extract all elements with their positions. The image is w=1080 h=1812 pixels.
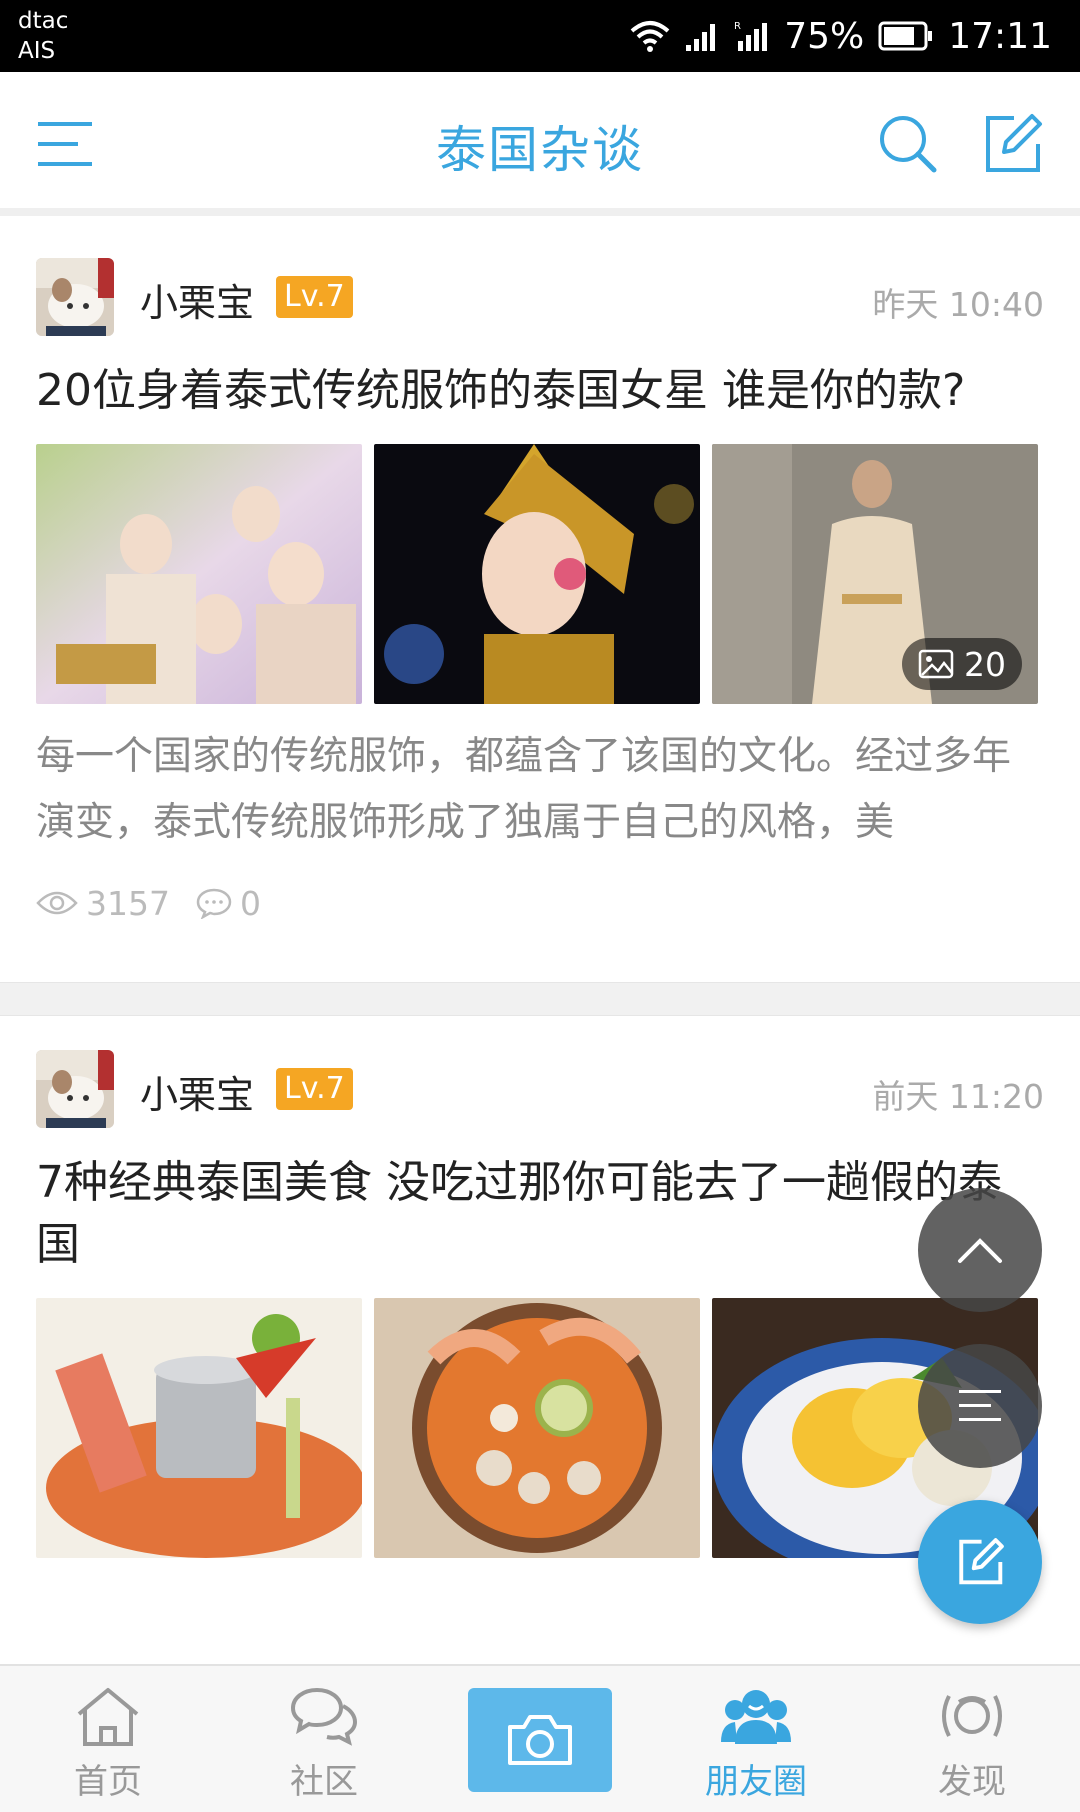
post-time: 昨天 10:40 <box>872 285 1044 324</box>
level-badge: Lv.7 <box>276 1068 353 1110</box>
nav-discover-label: 发现 <box>938 1762 1006 1802</box>
camera-button[interactable] <box>468 1688 612 1792</box>
nav-discover[interactable]: 发现 <box>864 1666 1080 1812</box>
post-feed[interactable]: 小栗宝 Lv.7 昨天 10:40 20位身着泰式传统服饰的泰国女星 谁是你的款… <box>0 224 1080 1664</box>
wifi-icon <box>630 21 670 52</box>
carrier-info: dtac AIS <box>18 6 68 66</box>
battery-percent: 75% <box>784 15 865 57</box>
carrier-2: AIS <box>18 38 56 64</box>
nav-friends[interactable]: 朋友圈 <box>648 1666 864 1812</box>
post-card[interactable]: 小栗宝 Lv.7 前天 11:20 7种经典泰国美食 没吃过那你可能去了一趟假的… <box>0 1016 1080 1558</box>
photo-women-group <box>36 444 362 704</box>
cat-avatar-image <box>36 258 114 336</box>
friends-icon <box>721 1690 791 1744</box>
post-title[interactable]: 7种经典泰国美食 没吃过那你可能去了一趟假的泰国 <box>36 1152 1036 1276</box>
avatar[interactable] <box>36 1050 114 1128</box>
comment-count[interactable]: 0 <box>196 884 261 923</box>
post-time: 前天 11:20 <box>872 1077 1044 1116</box>
post-header: 小栗宝 Lv.7 昨天 10:40 <box>36 258 1044 338</box>
search-button[interactable] <box>876 112 940 176</box>
compose-button[interactable] <box>980 112 1044 176</box>
cat-avatar-image <box>36 1050 114 1128</box>
scroll-top-button[interactable] <box>918 1188 1042 1312</box>
post-image[interactable] <box>36 1298 362 1558</box>
photo-tom-yum-pot <box>36 1298 362 1558</box>
post-image[interactable] <box>36 444 362 704</box>
search-icon <box>880 116 937 173</box>
photo-thai-dancer <box>374 444 700 704</box>
menu-icon <box>959 1390 1001 1421</box>
post-image[interactable] <box>374 1298 700 1558</box>
view-count: 3157 <box>36 884 170 923</box>
chat-icon <box>290 1687 358 1746</box>
roaming-signal-icon: R <box>734 21 768 51</box>
nav-friends-label: 朋友圈 <box>705 1762 807 1802</box>
home-icon <box>77 1688 139 1746</box>
image-count-badge: 20 <box>902 638 1022 690</box>
nav-community-label: 社区 <box>290 1762 358 1802</box>
chevron-up-icon <box>958 1238 1002 1263</box>
post-image[interactable]: 20 <box>712 444 1038 704</box>
status-icons: R 75% 17:11 <box>630 0 1052 72</box>
camera-icon <box>508 1715 572 1765</box>
float-compose-button[interactable] <box>918 1500 1042 1624</box>
view-count-value: 3157 <box>86 883 170 923</box>
comment-icon <box>196 888 232 919</box>
bottom-nav: 首页 社区 朋友圈 发现 <box>0 1664 1080 1812</box>
post-image[interactable] <box>374 444 700 704</box>
author-name[interactable]: 小栗宝 <box>140 1064 254 1119</box>
clock: 17:11 <box>948 15 1052 57</box>
post-card[interactable]: 小栗宝 Lv.7 昨天 10:40 20位身着泰式传统服饰的泰国女星 谁是你的款… <box>0 224 1080 982</box>
eye-icon <box>36 891 78 915</box>
post-header: 小栗宝 Lv.7 前天 11:20 <box>36 1050 1044 1130</box>
author-name[interactable]: 小栗宝 <box>140 272 254 327</box>
edit-icon <box>986 114 1042 172</box>
signal-icon <box>686 24 716 51</box>
app-header: 泰国杂谈 <box>0 72 1080 216</box>
image-count: 20 <box>964 644 1006 684</box>
post-images: 20 <box>36 444 1044 704</box>
post-title[interactable]: 20位身着泰式传统服饰的泰国女星 谁是你的款? <box>36 360 1036 422</box>
status-bar: dtac AIS R 75% 17:11 <box>0 0 1080 72</box>
post-divider <box>0 982 1080 1016</box>
carrier-1: dtac <box>18 8 69 34</box>
post-excerpt[interactable]: 每一个国家的传统服饰，都蕴含了该国的文化。经过多年演变，泰式传统服饰形成了独属于… <box>36 724 1046 856</box>
nav-home-label: 首页 <box>74 1762 142 1802</box>
edit-icon <box>959 1538 1004 1585</box>
nav-home[interactable]: 首页 <box>0 1666 216 1812</box>
svg-text:R: R <box>734 21 741 32</box>
float-menu-button[interactable] <box>918 1344 1042 1468</box>
post-stats: 3157 0 <box>36 874 1044 982</box>
level-badge: Lv.7 <box>276 276 353 318</box>
battery-icon <box>878 21 933 51</box>
comment-count-value: 0 <box>239 883 261 923</box>
image-icon <box>918 649 954 679</box>
avatar[interactable] <box>36 258 114 336</box>
discover-icon <box>942 1695 1002 1737</box>
post-images <box>36 1298 1044 1558</box>
nav-community[interactable]: 社区 <box>216 1666 432 1812</box>
photo-tom-yum-bowl <box>374 1298 700 1558</box>
